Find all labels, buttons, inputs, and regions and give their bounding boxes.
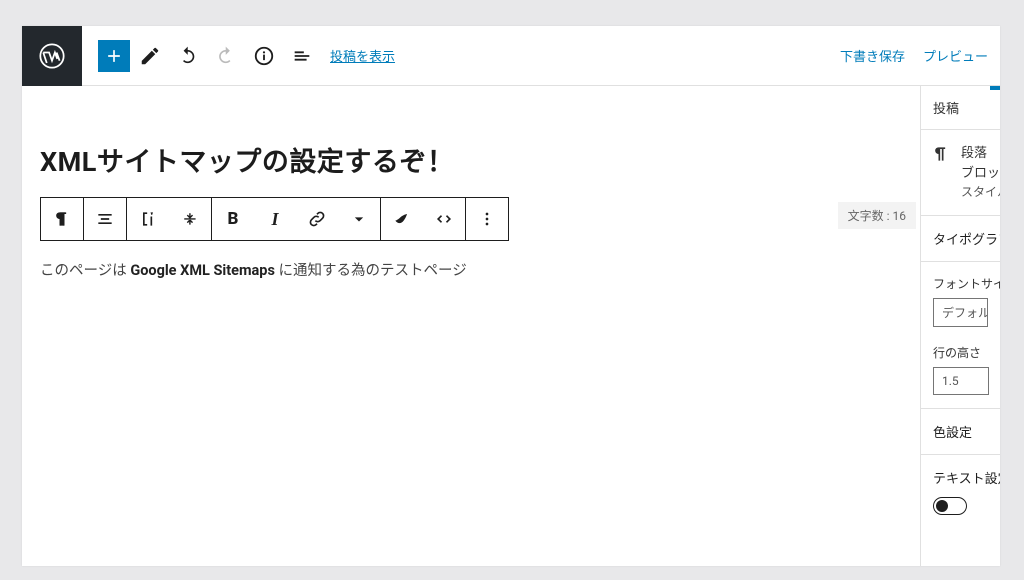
more-options-button[interactable] [466,198,508,240]
paragraph-suffix: に通知する為のテストページ [275,262,467,279]
align-button[interactable] [84,198,126,240]
dropcap-toggle[interactable] [933,497,967,515]
plugin-button-1[interactable] [381,198,423,240]
more-rich-text-button[interactable] [338,198,380,240]
text-settings-section: テキスト設定 [921,455,1000,528]
wordpress-logo[interactable] [22,26,82,86]
redo-button[interactable] [208,38,244,74]
color-section[interactable]: 色設定 [921,409,1000,455]
preview-button[interactable]: プレビュー [923,46,988,65]
word-count-badge: 文字数 : 16 [838,202,916,229]
top-right-actions: 下書き保存 プレビュー [840,46,988,65]
bold-button[interactable]: B [212,198,254,240]
outline-button[interactable] [284,38,320,74]
add-block-button[interactable] [98,40,130,72]
text-settings-title: テキスト設定 [933,468,988,487]
block-desc-l2: スタイルを変更する [961,183,1000,201]
font-size-section: フォントサイズ デフォルト [921,262,1000,331]
paragraph-block[interactable]: このページは Google XML Sitemaps に通知する為のテストページ [40,259,902,284]
code-button[interactable] [423,198,465,240]
line-height-input[interactable]: 1.5 [933,367,989,395]
block-type-paragraph-button[interactable] [41,198,83,240]
font-size-label: フォントサイズ [933,275,988,292]
editor-canvas-wrap: 文字数 : 16 XMLサイトマップの設定するぞ！ [22,86,920,566]
editor-canvas-scroll[interactable]: 文字数 : 16 XMLサイトマップの設定するぞ！ [22,86,920,566]
word-count-label: 文字数 : [848,209,893,223]
active-tab-indicator [990,86,1000,90]
block-toolbar: B I [40,197,509,241]
tab-post[interactable]: 投稿 [933,98,959,117]
settings-sidebar: 投稿 段落 ブロックタイプまたは スタイルを変更する タイポグラフィ フォントサ… [920,86,1000,566]
save-draft-button[interactable]: 下書き保存 [840,46,905,65]
vertical-text-button[interactable] [127,198,169,240]
paragraph-bold: Google XML Sitemaps [130,262,275,279]
italic-button[interactable]: I [254,198,296,240]
block-desc-l1: ブロックタイプまたは [961,164,1000,184]
editor-body: 文字数 : 16 XMLサイトマップの設定するぞ！ [22,86,1000,566]
post-title[interactable]: XMLサイトマップの設定するぞ！ [40,140,902,179]
view-post-link[interactable]: 投稿を表示 [330,46,395,65]
paragraph-prefix: このページは [40,262,130,279]
line-height-label: 行の高さ [933,344,988,361]
left-toolbar: 投稿を表示 [82,38,395,74]
link-button[interactable] [296,198,338,240]
edit-mode-button[interactable] [132,38,168,74]
editor-frame: 投稿を表示 下書き保存 プレビュー 文字数 : 16 XMLサイトマップの設定す… [22,26,1000,566]
font-size-select[interactable]: デフォルト [933,298,988,327]
word-count-value: 16 [893,209,907,223]
color-title: 色設定 [933,422,988,441]
line-height-section: 行の高さ 1.5 [921,331,1000,409]
insert-line-button[interactable] [169,198,211,240]
info-button[interactable] [246,38,282,74]
block-title: 段落 [961,144,1000,164]
typography-section: タイポグラフィ [921,216,1000,262]
sidebar-tabs: 投稿 [921,86,1000,130]
typography-title: タイポグラフィ [933,229,988,248]
editor-topbar: 投稿を表示 下書き保存 プレビュー [22,26,1000,86]
paragraph-icon [931,144,951,164]
block-info-header: 段落 ブロックタイプまたは スタイルを変更する [921,130,1000,216]
undo-button[interactable] [170,38,206,74]
